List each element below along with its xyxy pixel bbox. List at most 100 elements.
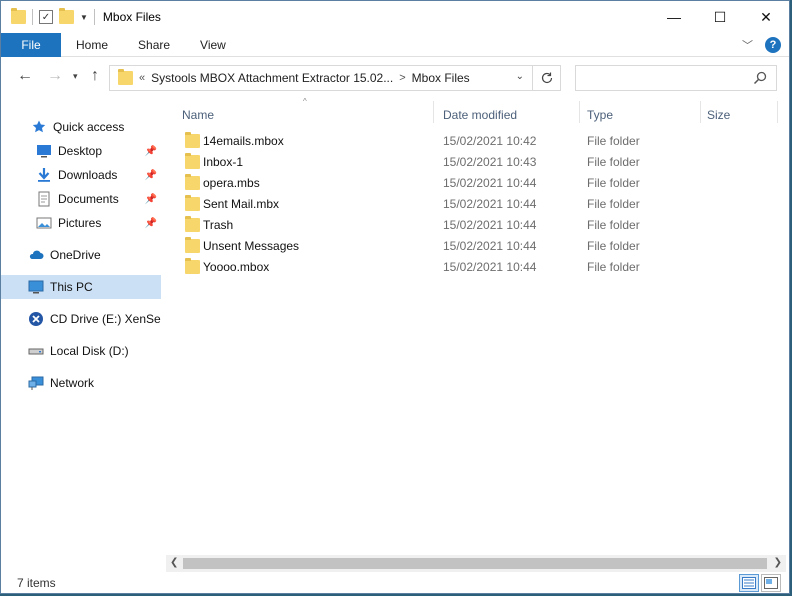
sidebar-item-onedrive[interactable]: OneDrive [1,243,161,267]
file-row[interactable]: Inbox-1 15/02/2021 10:43 File folder [181,151,781,172]
tab-home[interactable]: Home [61,33,123,57]
file-row[interactable]: Sent Mail.mbx 15/02/2021 10:44 File fold… [181,193,781,214]
recent-locations-icon[interactable]: ▾ [73,71,78,82]
sidebar-item-label: This PC [50,280,93,294]
properties-icon[interactable]: ✓ [39,10,53,24]
divider [32,9,33,25]
folder-icon [185,194,200,211]
chevron-down-icon[interactable]: ⌄ [516,71,524,82]
search-icon [753,71,767,85]
large-icons-view-button[interactable] [761,574,781,592]
sidebar-item-label: CD Drive (E:) XenServ [50,312,161,326]
chevron-right-icon[interactable]: > [399,72,405,84]
expand-ribbon-icon[interactable]: ﹀ [742,37,753,53]
refresh-button[interactable] [533,65,561,91]
breadcrumb-parent[interactable]: Systools MBOX Attachment Extractor 15.02… [151,71,393,85]
folder-icon [185,215,200,232]
column-header-name[interactable]: Name [182,105,214,125]
scroll-right-icon[interactable]: ❯ [774,557,782,568]
customize-toolbar-icon[interactable]: ▼ [80,13,88,22]
column-header-size[interactable]: Size [707,105,730,125]
folder-icon [185,152,200,169]
sidebar-item-label: Downloads [58,168,118,182]
refresh-icon [541,72,552,84]
picture-icon [36,215,52,231]
details-view-button[interactable] [739,574,759,592]
file-type: File folder [587,196,640,211]
pin-icon[interactable]: 📌 [145,218,157,229]
window-title: Mbox Files [102,10,161,24]
minimize-button[interactable]: — [651,1,697,33]
file-row[interactable]: Unsent Messages 15/02/2021 10:44 File fo… [181,235,781,256]
pin-icon[interactable]: 📌 [145,146,157,157]
file-name: Inbox-1 [203,154,244,169]
sidebar-item-label: Network [50,376,95,390]
title-bar: ✓ ▼ Mbox Files — ☐ ✕ [1,1,789,33]
file-date: 15/02/2021 10:44 [443,217,537,232]
file-row[interactable]: opera.mbs 15/02/2021 10:44 File folder [181,172,781,193]
column-header-type[interactable]: Type [587,105,613,125]
file-row[interactable]: 14emails.mbox 15/02/2021 10:42 File fold… [181,130,781,151]
sidebar-item-network[interactable]: Network [1,371,161,395]
up-arrow-icon[interactable]: ↑ [91,67,99,85]
new-folder-icon[interactable] [59,8,74,24]
document-icon [36,191,52,207]
forward-arrow-icon[interactable]: → [47,67,63,85]
folder-icon [185,257,200,274]
file-date: 15/02/2021 10:44 [443,196,537,211]
scrollbar-thumb[interactable] [183,558,767,569]
pin-icon[interactable]: 📌 [145,194,157,205]
file-name: Yoooo.mbox [203,259,270,274]
search-input[interactable] [575,65,777,91]
navigation-bar: ← → ▾ ↑ « Systools MBOX Attachment Extra… [1,57,789,97]
sidebar-item-cd-drive[interactable]: CD Drive (E:) XenServ [1,307,161,331]
column-header-date[interactable]: Date modified [443,105,517,125]
sidebar-item-quick-access[interactable]: Quick access [1,115,161,139]
file-row[interactable]: Trash 15/02/2021 10:44 File folder [181,214,781,235]
sidebar-item-documents[interactable]: Documents 📌 [1,187,161,211]
desktop-icon [36,143,52,159]
sidebar-item-desktop[interactable]: Desktop 📌 [1,139,161,163]
sidebar-item-downloads[interactable]: Downloads 📌 [1,163,161,187]
sidebar-item-label: Documents [58,192,119,206]
file-name: Trash [203,217,234,232]
sidebar-item-label: OneDrive [50,248,101,262]
maximize-button[interactable]: ☐ [697,1,743,33]
view-switcher [739,574,781,592]
column-divider[interactable] [433,101,434,123]
sidebar-item-this-pc[interactable]: This PC [1,275,161,299]
status-bar: 7 items [1,573,789,595]
sidebar-item-pictures[interactable]: Pictures 📌 [1,211,161,235]
tab-view[interactable]: View [185,33,241,57]
quick-access-toolbar: ✓ ▼ [1,8,95,25]
ribbon-controls: ﹀ ? [742,37,781,53]
file-date: 15/02/2021 10:43 [443,154,537,169]
details-view-icon [742,577,756,589]
sidebar-item-label: Local Disk (D:) [50,344,129,358]
overflow-icon[interactable]: « [139,72,145,84]
column-divider[interactable] [579,101,580,123]
back-arrow-icon[interactable]: ← [17,67,33,85]
address-bar[interactable]: « Systools MBOX Attachment Extractor 15.… [109,65,533,91]
scroll-left-icon[interactable]: ❮ [170,557,178,568]
tab-share[interactable]: Share [123,33,185,57]
pin-icon[interactable]: 📌 [145,170,157,181]
file-name: Unsent Messages [203,238,300,253]
star-icon [31,119,47,135]
column-divider[interactable] [777,101,778,123]
tab-file[interactable]: File [1,32,61,57]
help-icon[interactable]: ? [765,37,781,53]
horizontal-scrollbar[interactable]: ❮ ❯ [166,555,786,572]
file-row[interactable]: Yoooo.mbox 15/02/2021 10:44 File folder [181,256,781,277]
column-divider[interactable] [700,101,701,123]
network-icon [28,375,44,391]
file-type: File folder [587,154,640,169]
divider [93,9,95,25]
file-date: 15/02/2021 10:44 [443,238,537,253]
file-type: File folder [587,175,640,190]
file-name: 14emails.mbox [203,133,284,148]
file-date: 15/02/2021 10:44 [443,259,537,274]
sidebar-item-local-disk[interactable]: Local Disk (D:) [1,339,161,363]
breadcrumb-current[interactable]: Mbox Files [412,71,470,85]
close-button[interactable]: ✕ [743,1,789,33]
